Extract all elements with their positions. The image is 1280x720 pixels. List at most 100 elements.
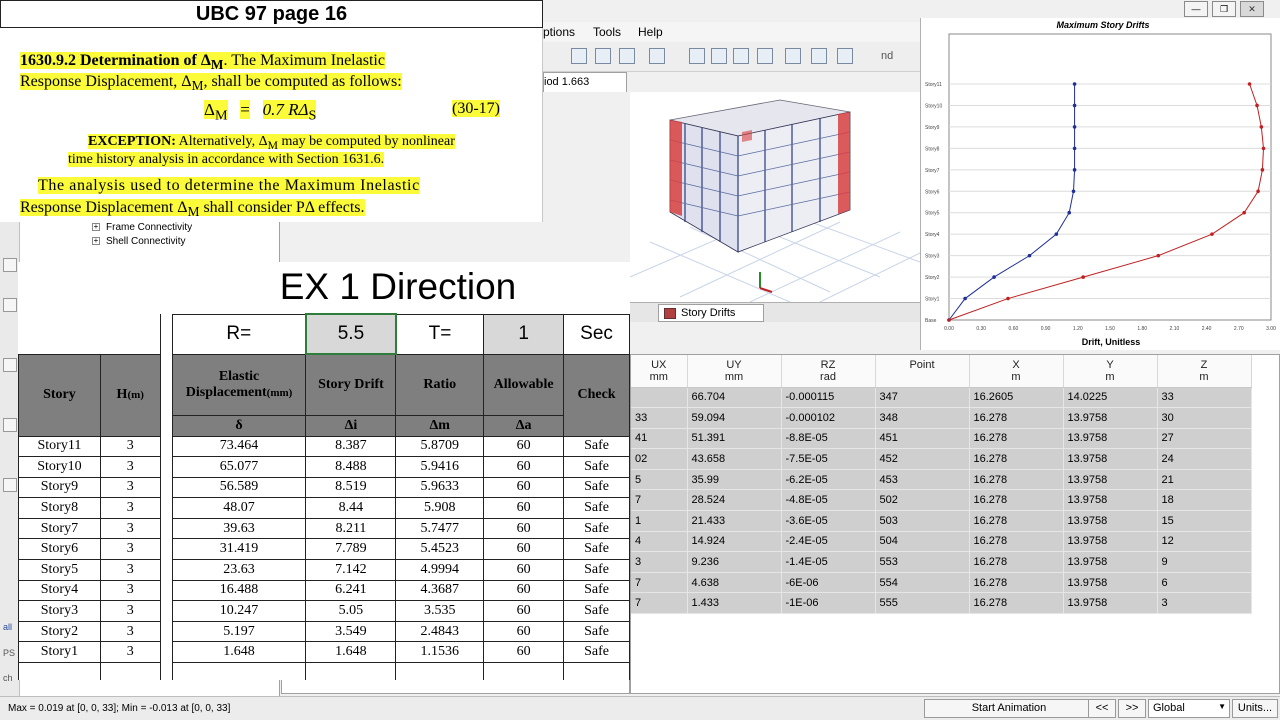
table-cell[interactable]: -7.5E-05	[781, 448, 876, 470]
table-row[interactable]: 3 9.236 -1.4E-05 553 16.278 13.9758 9	[631, 551, 1252, 573]
table-row[interactable]: 4 14.924 -2.4E-05 504 16.278 13.9758 12	[631, 531, 1252, 553]
check-cell[interactable]: Safe	[563, 497, 630, 519]
table-cell[interactable]: 43.658	[687, 448, 782, 470]
table-cell[interactable]: 1	[631, 510, 688, 532]
allowable-symbol[interactable]: Δa	[483, 414, 565, 437]
allowable-cell[interactable]: 60	[483, 435, 565, 458]
allowable-cell[interactable]: 60	[483, 620, 565, 643]
story-cell[interactable]: Story8	[18, 497, 101, 519]
displacement-cell[interactable]: 23.63	[171, 559, 307, 581]
drift-cell[interactable]: 7.789	[305, 538, 397, 561]
table-cell[interactable]: 7	[631, 572, 688, 594]
story-cell[interactable]: Story6	[18, 538, 101, 561]
ratio-cell[interactable]: 5.908	[395, 497, 485, 519]
table-cell[interactable]: 9.236	[687, 551, 782, 573]
table-cell[interactable]: 21	[1157, 469, 1252, 491]
toolbar-node-icon[interactable]	[785, 48, 801, 64]
table-cell[interactable]: 1.433	[687, 592, 782, 615]
table-cell[interactable]: 13.9758	[1063, 469, 1158, 491]
allowable-cell[interactable]: 60	[483, 456, 565, 478]
table-cell[interactable]: 553	[875, 551, 970, 573]
drift-cell[interactable]: 6.241	[305, 579, 397, 602]
table-cell[interactable]: 16.278	[969, 448, 1064, 470]
table-row[interactable]: 7 4.638 -6E-06 554 16.278 13.9758 6	[631, 572, 1252, 594]
drift-cell[interactable]: 1.648	[305, 641, 397, 664]
menu-options[interactable]: ptions	[543, 25, 575, 39]
empty-cell[interactable]	[18, 662, 101, 680]
height-header[interactable]: H(m)	[99, 353, 161, 437]
table-cell[interactable]: 51.391	[687, 428, 782, 450]
table-cell[interactable]: 16.278	[969, 469, 1064, 491]
allowable-cell[interactable]: 60	[483, 579, 565, 602]
displacement-cell[interactable]: 56.589	[171, 476, 307, 499]
results-column-header[interactable]: Xm	[969, 355, 1064, 388]
check-cell[interactable]: Safe	[563, 435, 630, 458]
previous-button[interactable]: <<	[1088, 699, 1116, 718]
table-cell[interactable]: 4	[631, 531, 688, 553]
table-cell[interactable]: 21.433	[687, 510, 782, 532]
table-cell[interactable]: 13.9758	[1063, 531, 1158, 553]
table-cell[interactable]: 554	[875, 572, 970, 594]
height-cell[interactable]: 3	[99, 538, 161, 561]
displacement-cell[interactable]: 65.077	[171, 456, 307, 478]
drift-cell[interactable]: 8.387	[305, 435, 397, 458]
table-cell[interactable]: 14.924	[687, 531, 782, 553]
allowable-header[interactable]: Allowable	[483, 353, 565, 416]
toolbar-view-icon[interactable]	[619, 48, 635, 64]
results-column-header[interactable]: UX mm	[631, 355, 688, 388]
toolbar-column-icon[interactable]	[837, 48, 853, 64]
drift-header[interactable]: Story Drift	[305, 353, 397, 416]
table-cell[interactable]: 18	[1157, 489, 1252, 512]
table-cell[interactable]: 7	[631, 489, 688, 512]
table-row[interactable]: 02 43.658 -7.5E-05 452 16.278 13.9758 24	[631, 448, 1252, 470]
table-cell[interactable]: 7	[631, 592, 688, 615]
story-cell[interactable]: Story9	[18, 476, 101, 499]
story-cell[interactable]: Story1	[18, 641, 101, 664]
table-cell[interactable]: 13.9758	[1063, 592, 1158, 615]
check-cell[interactable]: Safe	[563, 456, 630, 478]
story-cell[interactable]: Story4	[18, 579, 101, 602]
ratio-cell[interactable]: 4.9994	[395, 559, 485, 581]
table-cell[interactable]: 9	[1157, 551, 1252, 573]
ratio-cell[interactable]: 5.4523	[395, 538, 485, 561]
check-cell[interactable]: Safe	[563, 517, 630, 540]
table-cell[interactable]: 4.638	[687, 572, 782, 594]
tool-icon[interactable]	[3, 258, 17, 272]
height-cell[interactable]: 3	[99, 579, 161, 602]
table-cell[interactable]: 502	[875, 489, 970, 512]
table-cell[interactable]: 555	[875, 592, 970, 615]
table-cell[interactable]: 66.704	[687, 387, 782, 409]
table-cell[interactable]: 348	[875, 407, 970, 429]
allowable-cell[interactable]: 60	[483, 538, 565, 561]
check-cell[interactable]: Safe	[563, 600, 630, 622]
check-cell[interactable]: Safe	[563, 538, 630, 561]
height-cell[interactable]: 3	[99, 641, 161, 664]
story-cell[interactable]: Story2	[18, 620, 101, 643]
ratio-cell[interactable]: 1.1536	[395, 641, 485, 664]
table-cell[interactable]: 13.9758	[1063, 510, 1158, 532]
story-cell[interactable]: Story10	[18, 456, 101, 478]
table-cell[interactable]: 452	[875, 448, 970, 470]
height-cell[interactable]: 3	[99, 559, 161, 581]
table-row[interactable]: 7 28.524 -4.8E-05 502 16.278 13.9758 18	[631, 489, 1252, 512]
drift-cell[interactable]: 8.44	[305, 497, 397, 519]
coordinate-system-select[interactable]: Global ▼	[1148, 699, 1230, 718]
table-cell[interactable]: 3	[1157, 592, 1252, 615]
table-cell[interactable]: -0.000115	[781, 387, 876, 409]
t-unit-cell[interactable]: Sec	[563, 313, 630, 355]
results-column-header[interactable]: RZ rad	[781, 355, 876, 388]
toolbar-select-icon[interactable]	[571, 48, 587, 64]
menu-help[interactable]: Help	[638, 25, 663, 39]
displacement-cell[interactable]: 73.464	[171, 435, 307, 458]
results-column-header[interactable]: Ym	[1063, 355, 1158, 388]
table-cell[interactable]: 13.9758	[1063, 551, 1158, 573]
results-column-header[interactable]: Point	[875, 355, 970, 388]
table-cell[interactable]: 16.278	[969, 407, 1064, 429]
table-cell[interactable]: -0.000102	[781, 407, 876, 429]
table-cell[interactable]: 16.278	[969, 592, 1064, 615]
table-cell[interactable]: -4.8E-05	[781, 489, 876, 512]
toolbar-slab-icon[interactable]	[733, 48, 749, 64]
table-cell[interactable]: 59.094	[687, 407, 782, 429]
toolbar-wall-icon[interactable]	[711, 48, 727, 64]
table-cell[interactable]	[631, 387, 688, 409]
